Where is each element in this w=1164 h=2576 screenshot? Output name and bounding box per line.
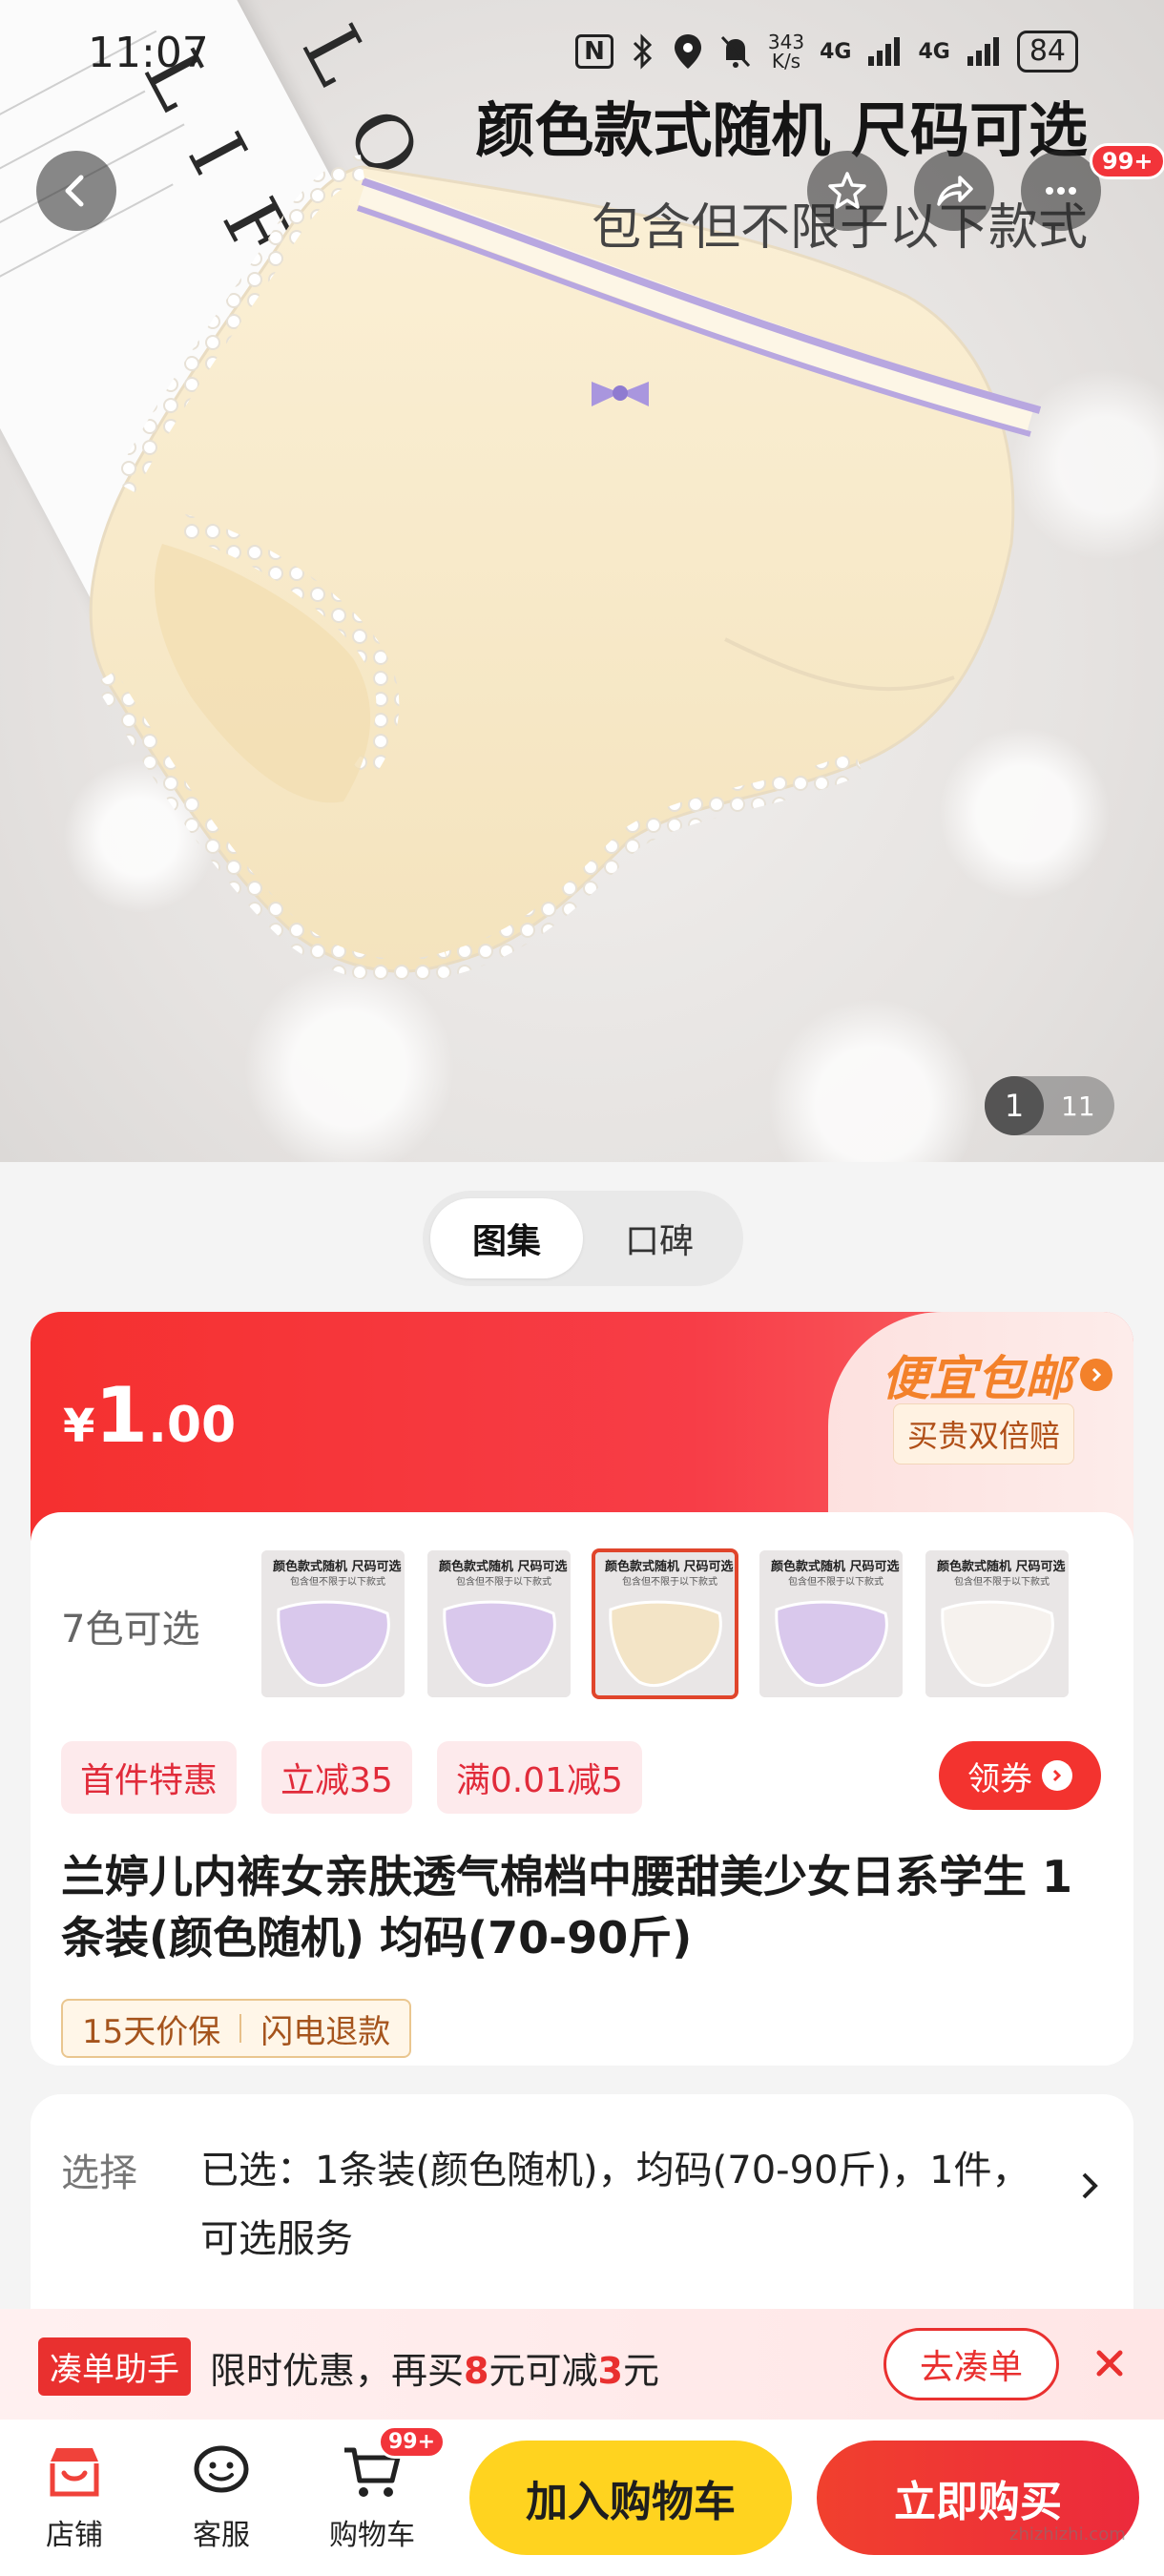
cart-count-badge: 99+: [378, 2425, 447, 2459]
helper-amount-1: 8: [464, 2350, 489, 2392]
status-time: 11:07: [88, 29, 209, 77]
price-guarantee-badge: 买贵双倍赔: [892, 1403, 1074, 1465]
tag-first-item-deal: 首件特惠: [61, 1741, 238, 1814]
price-currency: ¥: [63, 1400, 95, 1453]
share-button[interactable]: [914, 151, 994, 231]
shop-label: 店铺: [46, 2519, 103, 2552]
promo-tags: 首件特惠 立减35 满0.01减5: [61, 1741, 642, 1814]
cart-button[interactable]: 购物车 99+: [315, 2425, 447, 2553]
color-thumbnail[interactable]: 颜色款式随机 尺码可选 包含但不限于以下款式: [925, 1550, 1069, 1697]
hero-banner-subtitle: 包含但不限于以下款式: [475, 187, 1088, 259]
bundle-helper-text: 限时优惠，再买8元可减3元: [210, 2341, 659, 2394]
color-thumbnail[interactable]: 颜色款式随机 尺码可选 包含但不限于以下款式: [592, 1548, 738, 1699]
go-bundle-button[interactable]: 去凑单: [883, 2328, 1059, 2400]
select-label: 选择: [61, 2151, 137, 2195]
more-notification-badge: 99+: [1090, 143, 1164, 179]
thumbnail-subcaption: 包含但不限于以下款式: [622, 1577, 717, 1588]
product-title: 兰婷儿内裤女亲肤透气棉档中腰甜美少女日系学生 1条装(颜色随机) 均码(70-9…: [61, 1851, 1073, 1963]
status-icons: N 343 K/s 4G 4G 84: [575, 31, 1078, 73]
thumbnail-caption: 颜色款式随机 尺码可选: [273, 1560, 402, 1574]
promo-title-text: 便宜包邮: [882, 1351, 1072, 1406]
service-price-protect: 15天价保: [82, 2012, 221, 2051]
network-speed: 343 K/s: [768, 32, 804, 71]
tab-reviews[interactable]: 口碑: [583, 1198, 736, 1278]
bundle-helper-tag: 凑单助手: [38, 2337, 191, 2396]
color-options-label[interactable]: 7色可选: [61, 1598, 199, 1653]
price-integer: 1: [94, 1371, 149, 1460]
star-icon: [828, 172, 866, 209]
helper-amount-2: 3: [597, 2350, 623, 2392]
thumbnail-subcaption: 包含但不限于以下款式: [456, 1577, 551, 1588]
product-info-section: 7色可选 颜色款式随机 尺码可选 包含但不限于以下款式 颜色款式随机 尺码可选 包含但…: [31, 1512, 1133, 2066]
price: ¥1.00: [63, 1371, 236, 1460]
page-total: 11: [1061, 1090, 1095, 1122]
thumbnail-caption: 颜色款式随机 尺码可选: [937, 1560, 1066, 1574]
favorite-button[interactable]: [807, 151, 887, 231]
chevron-right-icon: [1080, 1359, 1112, 1391]
page-current: 1: [985, 1076, 1044, 1135]
get-coupon-button[interactable]: 领券: [939, 1741, 1101, 1810]
bundle-helper-strip: 凑单助手 限时优惠，再买8元可减3元 去凑单: [0, 2309, 1164, 2420]
cart-label: 购物车: [329, 2519, 415, 2552]
watermark: zhizhizhi.com: [1009, 2524, 1126, 2545]
thumbnail-subcaption: 包含但不限于以下款式: [290, 1577, 385, 1588]
coupon-label: 领券: [967, 1759, 1032, 1798]
color-thumbnail[interactable]: 颜色款式随机 尺码可选 包含但不限于以下款式: [759, 1550, 903, 1697]
product-image-carousel[interactable]: S L O L I F 颜色款式随机 尺码可选 11:07 N 343 K/s …: [0, 0, 1164, 1162]
thumbnail-caption: 颜色款式随机 尺码可选: [605, 1560, 734, 1574]
network-speed-unit: K/s: [771, 50, 801, 73]
thumbnail-caption: 颜色款式随机 尺码可选: [771, 1560, 900, 1574]
color-thumbnail[interactable]: 颜色款式随机 尺码可选 包含但不限于以下款式: [261, 1550, 405, 1697]
signal-icon: [967, 37, 999, 66]
chevron-right-icon: [1042, 1760, 1072, 1791]
image-page-indicator: 1 11: [985, 1076, 1114, 1135]
signal-icon: [868, 37, 901, 66]
close-icon[interactable]: [1088, 2341, 1132, 2385]
promo-cheap-shipping[interactable]: 便宜包邮: [882, 1340, 1112, 1409]
price-card: ¥1.00 便宜包邮 买贵双倍赔 7色可选 颜色款式随机 尺码可选 包含但不限于以…: [31, 1312, 1133, 2066]
back-button[interactable]: [36, 151, 116, 231]
product-detail-page: S L O L I F 颜色款式随机 尺码可选 11:07 N 343 K/s …: [0, 0, 1164, 2576]
service-guarantee-tags[interactable]: 15天价保 闪电退款: [61, 1999, 412, 2058]
network-speed-value: 343: [767, 31, 805, 53]
battery-level: 84: [1016, 31, 1078, 73]
mute-bell-icon: [720, 35, 750, 68]
more-dots-icon: [1046, 187, 1076, 195]
network-type-1: 4G: [820, 39, 852, 64]
add-to-cart-button[interactable]: 加入购物车: [469, 2441, 792, 2555]
bluetooth-icon: [633, 33, 652, 70]
service-fast-refund: 闪电退款: [260, 2012, 391, 2051]
tab-gallery[interactable]: 图集: [430, 1198, 583, 1278]
chevron-right-icon: [1082, 2172, 1098, 2199]
location-icon: [674, 34, 701, 69]
thumbnail-subcaption: 包含但不限于以下款式: [788, 1577, 883, 1588]
price-decimal: .00: [148, 1397, 237, 1454]
back-arrow-icon: [65, 175, 84, 207]
selected-spec-value: 已选：1条装(颜色随机)，均码(70-90斤)，1件，可选服务: [200, 2149, 1030, 2261]
shop-icon: [50, 2448, 99, 2497]
color-thumbnail-row: 颜色款式随机 尺码可选 包含但不限于以下款式 颜色款式随机 尺码可选 包含但不限于以下…: [261, 1548, 1069, 1699]
helper-text-suffix: 元: [622, 2350, 659, 2392]
thumbnail-subcaption: 包含但不限于以下款式: [954, 1577, 1050, 1588]
network-type-2: 4G: [918, 39, 950, 64]
helper-text-mid: 元可减: [488, 2350, 598, 2392]
chat-icon: [194, 2445, 249, 2493]
helper-text-prefix: 限时优惠，再买: [210, 2350, 465, 2392]
tag-instant-discount: 立减35: [261, 1741, 412, 1814]
customer-service-label: 客服: [193, 2519, 250, 2552]
gallery-toggle: 图集 口碑: [423, 1191, 743, 1286]
color-thumbnail[interactable]: 颜色款式随机 尺码可选 包含但不限于以下款式: [427, 1550, 571, 1697]
customer-service-button[interactable]: 客服: [164, 2439, 279, 2553]
share-icon: [937, 176, 973, 206]
status-bar: 11:07 N 343 K/s 4G 4G 84: [0, 0, 1164, 114]
thumbnail-caption: 颜色款式随机 尺码可选: [439, 1560, 568, 1574]
tag-threshold-discount: 满0.01减5: [436, 1741, 642, 1814]
nfc-icon: N: [575, 34, 613, 69]
bottom-action-bar: 店铺 客服 购物车 99+ 加入购物车 立即购买: [0, 2420, 1164, 2576]
underwear-product-illustration: [89, 155, 1042, 985]
shop-button[interactable]: 店铺: [17, 2439, 132, 2553]
